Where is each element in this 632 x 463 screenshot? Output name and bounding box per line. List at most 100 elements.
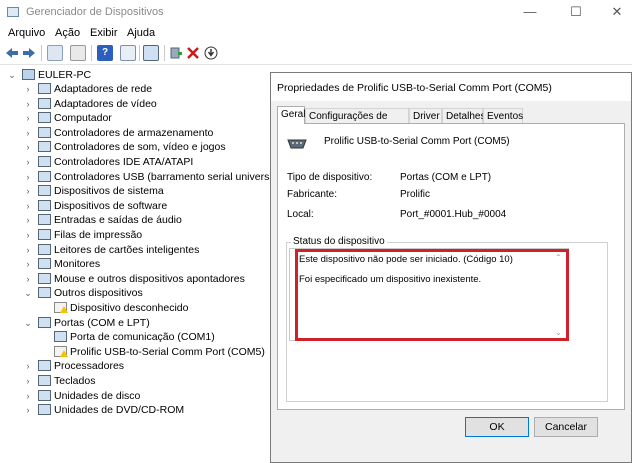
- ports-icon: [38, 316, 51, 328]
- smart-card-icon: [38, 243, 51, 255]
- menu-ajuda[interactable]: Ajuda: [127, 27, 155, 39]
- chevron-right-icon[interactable]: ›: [24, 170, 32, 184]
- tree-item-label: Portas (COM e LPT): [54, 316, 150, 329]
- processor-icon: [38, 360, 51, 372]
- monitor-icon: [38, 258, 51, 270]
- tree-item-label: Dispositivo desconhecido: [70, 302, 189, 314]
- computer-icon: [22, 69, 35, 80]
- tree-item-label: Filas de impressão: [54, 229, 143, 241]
- back-arrow-icon[interactable]: [5, 47, 19, 59]
- action-icon[interactable]: [120, 45, 136, 61]
- tree-root-label: EULER-PC: [38, 69, 92, 81]
- chevron-down-icon[interactable]: ⌄: [24, 286, 32, 300]
- tree-item-label: Porta de comunicação (COM1): [70, 331, 215, 344]
- tree-item-label: Controladores IDE ATA/ATAPI: [54, 156, 194, 168]
- chevron-right-icon[interactable]: ›: [24, 140, 32, 154]
- chevron-right-icon[interactable]: ›: [24, 403, 32, 417]
- chevron-right-icon[interactable]: ›: [24, 374, 32, 388]
- chevron-right-icon[interactable]: ›: [24, 359, 32, 373]
- maximize-button[interactable]: ☐: [565, 4, 587, 20]
- disk-drive-icon: [38, 389, 51, 401]
- menu-bar: Arquivo Ação Exibir Ajuda: [0, 25, 632, 42]
- tree-item-label: Unidades de DVD/CD-ROM: [54, 404, 185, 417]
- menu-acao[interactable]: Ação: [55, 27, 80, 39]
- tree-item-label: Adaptadores de rede: [54, 83, 153, 95]
- usb-icon: [38, 170, 51, 182]
- com-port-warning-icon: [54, 345, 68, 357]
- manufacturer-label: Fabricante:: [287, 189, 338, 200]
- warning-triangle-icon: [60, 349, 68, 357]
- toolbar: ?: [0, 42, 632, 65]
- chevron-right-icon[interactable]: ›: [24, 213, 32, 227]
- manufacturer-value: Prolific: [400, 189, 431, 200]
- dialog-title-bar: Propriedades de Prolific USB-to-Serial C…: [271, 73, 631, 101]
- ok-button[interactable]: OK: [465, 417, 529, 437]
- device-manager-icon: [7, 7, 19, 17]
- toolbar-separator: [41, 45, 42, 61]
- tab-configuracoes-de-porta[interactable]: Configurações de Porta: [305, 108, 409, 137]
- dvd-icon: [38, 404, 51, 416]
- cancel-button[interactable]: Cancelar: [534, 417, 598, 437]
- chevron-right-icon[interactable]: ›: [24, 184, 32, 198]
- mouse-icon: [38, 272, 51, 284]
- title-bar: Gerenciador de Dispositivos — ☐ ✕: [0, 0, 632, 24]
- toolbar-separator: [164, 45, 165, 61]
- tree-item-label: Prolific USB-to-Serial Comm Port (COM5): [70, 345, 265, 358]
- tab-eventos[interactable]: Eventos: [483, 108, 523, 123]
- view-icon[interactable]: [70, 45, 86, 61]
- tree-item-label: Controladores de armazenamento: [54, 126, 214, 139]
- device-name: Prolific USB-to-Serial Comm Port (COM5): [324, 136, 510, 147]
- chevron-down-icon[interactable]: ⌄: [8, 68, 16, 82]
- tab-detalhes[interactable]: Detalhes: [442, 108, 485, 123]
- tree-item-label: Entradas e saídas de áudio: [54, 214, 182, 227]
- chevron-right-icon[interactable]: ›: [24, 111, 32, 125]
- keyboard-icon: [38, 375, 51, 386]
- chevron-down-icon[interactable]: ⌄: [24, 316, 32, 330]
- chevron-right-icon[interactable]: ›: [24, 97, 32, 111]
- tab-geral[interactable]: Geral: [277, 106, 305, 124]
- chevron-right-icon[interactable]: ›: [24, 243, 32, 257]
- software-device-icon: [38, 199, 51, 211]
- tree-item-label: Controladores de som, vídeo e jogos: [54, 141, 226, 154]
- chevron-right-icon[interactable]: ›: [24, 155, 32, 169]
- tree-item-label: Mouse e outros dispositivos apontadores: [54, 272, 245, 285]
- chevron-right-icon[interactable]: ›: [24, 199, 32, 213]
- chevron-right-icon[interactable]: ›: [24, 82, 32, 96]
- tree-item-label: Monitores: [54, 258, 101, 271]
- toolbar-separator: [91, 45, 92, 61]
- device-type-value: Portas (COM e LPT): [400, 172, 492, 183]
- scan-hardware-icon[interactable]: [143, 45, 159, 61]
- properties-icon[interactable]: [47, 45, 63, 61]
- menu-arquivo[interactable]: Arquivo: [8, 27, 45, 39]
- tree-item-label: Dispositivos de sistema: [54, 185, 164, 198]
- chevron-right-icon[interactable]: ›: [24, 257, 32, 271]
- uninstall-x-icon[interactable]: [187, 47, 199, 59]
- tree-item-label: Computador: [54, 112, 112, 125]
- location-label: Local:: [287, 209, 314, 220]
- tree-item-label: Unidades de disco: [54, 389, 141, 402]
- window-title: Gerenciador de Dispositivos: [26, 6, 164, 18]
- forward-arrow-icon[interactable]: [22, 47, 36, 59]
- tree-item-label: Dispositivos de software: [54, 199, 168, 212]
- dialog-title: Propriedades de Prolific USB-to-Serial C…: [277, 82, 552, 94]
- warning-triangle-icon: [60, 306, 68, 313]
- tab-driver[interactable]: Driver: [409, 108, 442, 123]
- disable-device-icon[interactable]: [204, 46, 218, 60]
- ide-controller-icon: [38, 156, 51, 167]
- device-type-label: Tipo de dispositivo:: [287, 172, 373, 183]
- minimize-button[interactable]: —: [519, 4, 541, 20]
- chevron-right-icon[interactable]: ›: [24, 228, 32, 242]
- location-value: Port_#0001.Hub_#0004: [400, 209, 507, 220]
- display-adapter-icon: [38, 97, 51, 109]
- chevron-right-icon[interactable]: ›: [24, 126, 32, 140]
- help-icon[interactable]: ?: [97, 45, 113, 61]
- update-driver-icon[interactable]: [169, 46, 183, 60]
- device-tree[interactable]: ⌄ EULER-PC › Adaptadores de rede › Adaptado…: [0, 66, 281, 463]
- tree-item-label: Controladores USB (barramento serial uni…: [54, 170, 282, 183]
- close-button[interactable]: ✕: [606, 4, 628, 20]
- menu-exibir[interactable]: Exibir: [90, 27, 118, 39]
- tree-root[interactable]: ⌄ EULER-PC: [0, 68, 270, 82]
- chevron-right-icon[interactable]: ›: [24, 272, 32, 286]
- chevron-right-icon[interactable]: ›: [24, 389, 32, 403]
- computer-icon: [38, 112, 51, 124]
